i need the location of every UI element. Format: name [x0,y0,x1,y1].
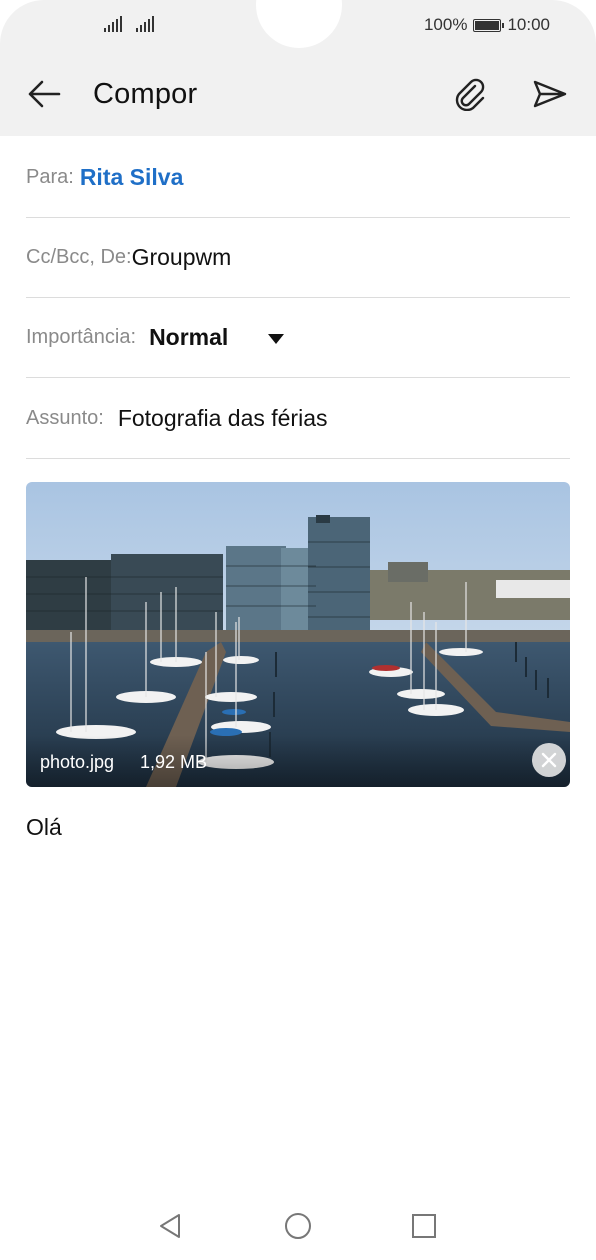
subject-label: Assunto: [26,407,104,429]
cc-bcc-label: Cc/Bcc, De: [26,246,132,268]
send-icon [533,80,567,108]
battery-icon [473,18,505,32]
circle-home-icon [285,1213,311,1239]
importance-field[interactable]: Importância: Normal [26,298,570,378]
attach-button[interactable] [446,72,494,116]
status-right: 100% 10:00 [424,15,550,35]
from-account[interactable]: Groupwm [132,244,232,271]
send-button[interactable] [526,72,574,116]
triangle-back-icon [160,1214,180,1238]
nav-home-button[interactable] [278,1206,318,1246]
clock: 10:00 [507,15,550,34]
arrow-left-icon [28,80,61,108]
signal-indicators [104,14,156,32]
message-body[interactable]: Olá [26,814,62,841]
square-recents-icon [412,1214,436,1238]
page-title: Compor [93,78,198,110]
battery-percent: 100% [423,15,468,34]
subject-input[interactable]: Fotografia das férias [118,405,328,432]
system-nav-bar [0,1190,596,1260]
chevron-down-icon[interactable] [268,333,285,344]
importance-label: Importância: [26,326,137,348]
attachment-preview[interactable]: photo.jpg 1,92 MB [26,482,570,787]
to-label: Para: [26,166,74,188]
signal-icon [104,14,124,32]
close-icon [541,752,557,768]
paperclip-icon [455,78,485,111]
cc-bcc-from-field[interactable]: Cc/Bcc, De: Groupwm [26,218,570,298]
subject-field[interactable]: Assunto: Fotografia das férias [26,379,570,459]
attachment-filename: photo.jpg [40,752,115,772]
compose-screen: 100% 10:00 Compor Para: Rita Silva Cc/Bc… [0,0,596,1260]
signal-icon [136,14,156,32]
to-field[interactable]: Para: Rita Silva [26,138,570,218]
remove-attachment-button[interactable] [532,743,566,777]
recipient-chip[interactable]: Rita Silva [80,164,184,191]
nav-back-button[interactable] [150,1206,190,1246]
nav-recents-button[interactable] [404,1206,444,1246]
back-button[interactable] [22,72,66,116]
importance-select[interactable]: Normal [149,324,228,351]
attachment-size: 1,92 MB [140,752,208,772]
app-bar: Compor [0,60,596,128]
